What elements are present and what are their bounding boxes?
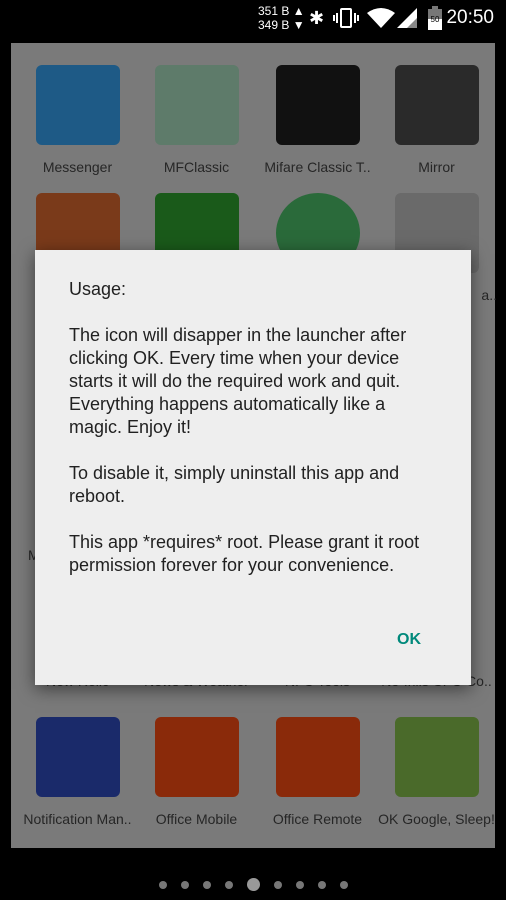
dialog-paragraph: This app *requires* root. Please grant i… [69, 532, 420, 575]
app-icon-image [35, 65, 120, 145]
app-label: Mirror [418, 159, 455, 175]
app-icon[interactable]: Office Remote [257, 717, 378, 827]
app-icon[interactable]: MFClassic [136, 65, 257, 175]
page-dot[interactable] [202, 880, 211, 889]
svg-text:50: 50 [431, 15, 440, 24]
app-icon[interactable]: Messenger [17, 65, 138, 175]
page-dot[interactable] [246, 878, 260, 891]
download-speed: 349 B ▼ [258, 18, 305, 32]
upload-speed: 351 B ▲ [258, 4, 305, 18]
signal-icon [397, 8, 417, 28]
status-bar: 351 B ▲ 349 B ▼ ✱ 50 20:50 [0, 0, 506, 36]
page-dot[interactable] [158, 880, 167, 889]
app-label: OK Google, Sleep! [378, 811, 495, 827]
app-label: Messenger [42, 159, 113, 175]
page-dot[interactable] [273, 880, 282, 889]
app-icon-image [394, 717, 479, 797]
bluetooth-icon: ✱ [309, 8, 325, 28]
page-dot[interactable] [317, 880, 326, 889]
app-icon-image [394, 65, 479, 145]
dialog-title: Usage: [69, 279, 127, 299]
app-label: Mifare Classic T.. [264, 159, 371, 175]
usage-dialog: Usage: The icon will disapper in the lau… [35, 250, 471, 685]
page-dot[interactable] [180, 880, 189, 889]
app-icon[interactable]: OK Google, Sleep! [376, 717, 497, 827]
clock: 20:50 [446, 7, 494, 28]
vibrate-icon [333, 8, 359, 28]
app-icon[interactable]: Notification Man.. [17, 717, 138, 827]
dialog-paragraph: The icon will disapper in the launcher a… [69, 325, 407, 437]
app-label: MFClassic [163, 159, 230, 175]
wifi-icon [367, 8, 395, 28]
app-icon[interactable]: Office Mobile [136, 717, 257, 827]
app-icon-image [275, 65, 360, 145]
app-icon-image [35, 717, 120, 797]
page-indicator [0, 878, 506, 891]
battery-icon: 50 [428, 6, 442, 30]
dialog-paragraph: To disable it, simply uninstall this app… [69, 463, 400, 506]
app-icon-image [275, 717, 360, 797]
app-label: Office Mobile [155, 811, 238, 827]
page-dot[interactable] [295, 880, 304, 889]
app-icon[interactable]: Mifare Classic T.. [257, 65, 378, 175]
app-label: Notification Man.. [23, 811, 132, 827]
network-speed: 351 B ▲ 349 B ▼ [258, 4, 305, 32]
page-dot[interactable] [224, 880, 233, 889]
app-icon-image [154, 717, 239, 797]
app-icon-image [154, 65, 239, 145]
app-label: Office Remote [272, 811, 363, 827]
app-icon[interactable]: Mirror [376, 65, 497, 175]
page-dot[interactable] [339, 880, 348, 889]
ok-button[interactable]: OK [397, 631, 421, 649]
